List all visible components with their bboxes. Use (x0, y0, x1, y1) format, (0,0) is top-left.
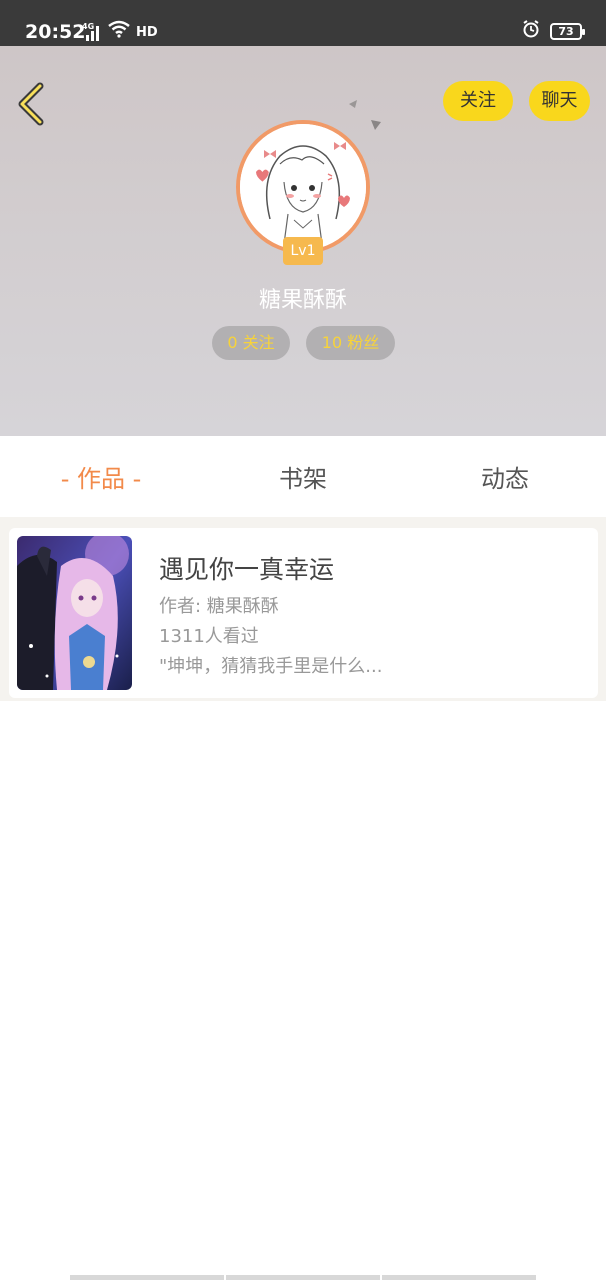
fans-count-button[interactable]: 10 粉丝 (306, 326, 395, 360)
status-icons: 4G HD (82, 20, 158, 42)
book-cover-image (17, 536, 132, 690)
follow-button[interactable]: 关注 (443, 81, 513, 121)
avatar[interactable] (236, 120, 370, 254)
back-button[interactable] (14, 82, 50, 126)
tab-works[interactable]: - 作品 - (0, 437, 202, 517)
home-indicator-segment (382, 1275, 536, 1280)
book-card[interactable]: 遇见你一真幸运 作者: 糖果酥酥 1311人看过 "坤坤，猜猜我手里是什么... (9, 528, 598, 698)
alarm-icon (522, 20, 540, 42)
home-indicator (70, 1275, 536, 1280)
signal-icon: 4G (82, 22, 102, 42)
status-time: 20:52 (25, 21, 86, 43)
decoration-icon (349, 100, 381, 130)
status-icons-right: 73 (522, 20, 585, 42)
home-indicator-segment (70, 1275, 224, 1280)
wifi-icon (108, 20, 130, 42)
tab-bookshelf[interactable]: 书架 (202, 437, 404, 517)
profile-header: 关注 聊天 Lv1 糖果酥酥 0 关注 10 粉丝 (0, 46, 606, 436)
chat-button[interactable]: 聊天 (529, 81, 590, 121)
tab-activity[interactable]: 动态 (404, 437, 606, 517)
status-bar: 20:52 4G HD 73 (0, 0, 606, 46)
level-badge: Lv1 (283, 237, 323, 265)
hd-icon: HD (136, 25, 158, 40)
username: 糖果酥酥 (258, 288, 347, 313)
book-views: 1311人看过 (159, 626, 259, 647)
profile-tabs: - 作品 - 书架 动态 (0, 437, 606, 517)
chevron-left-icon (18, 82, 44, 126)
battery-icon: 73 (550, 22, 585, 40)
avatar-girl-illustration (240, 124, 366, 250)
book-author: 作者: 糖果酥酥 (159, 596, 279, 617)
following-count-button[interactable]: 0 关注 (212, 326, 290, 360)
book-title: 遇见你一真幸运 (159, 555, 335, 584)
home-indicator-segment (226, 1275, 380, 1280)
book-snippet: "坤坤，猜猜我手里是什么... (159, 656, 383, 677)
